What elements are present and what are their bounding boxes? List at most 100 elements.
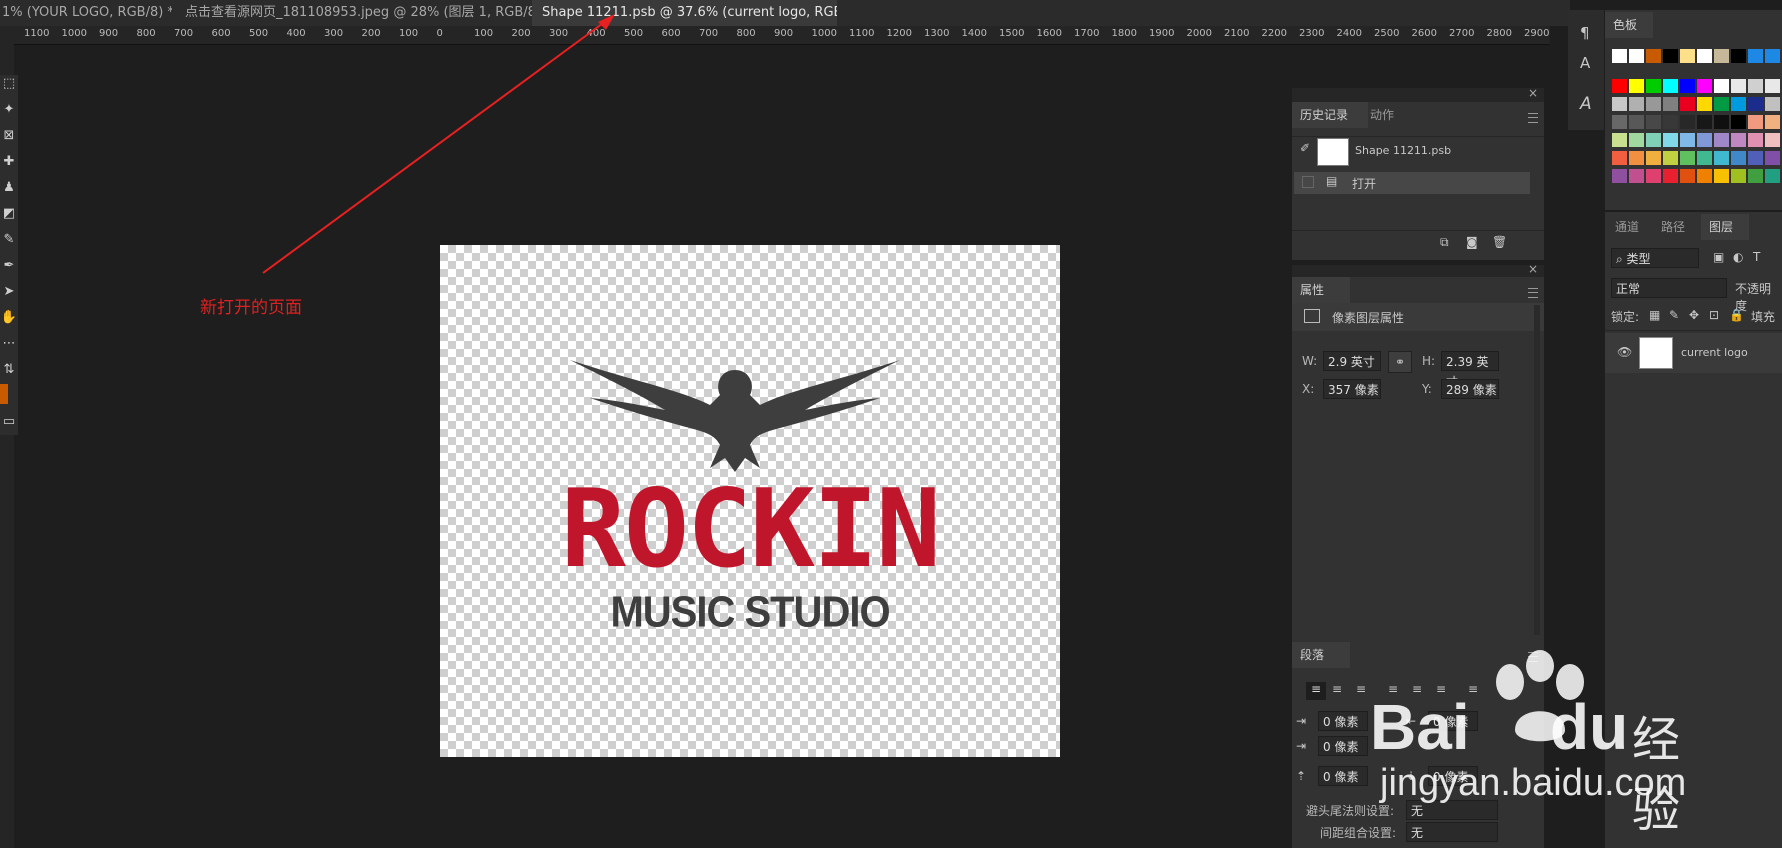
link-icon[interactable]: ⚭ bbox=[1388, 351, 1412, 373]
color-swatch[interactable] bbox=[1629, 115, 1644, 129]
color-swatch[interactable] bbox=[1612, 133, 1627, 147]
color-swatch[interactable] bbox=[1629, 169, 1644, 183]
character-style-icon[interactable]: A bbox=[1580, 54, 1590, 72]
color-swatch[interactable] bbox=[1612, 115, 1627, 129]
tab-actions[interactable]: 动作 bbox=[1370, 102, 1394, 128]
color-swatch[interactable] bbox=[1731, 115, 1746, 129]
indent-first-line-field[interactable]: 0 像素 bbox=[1318, 736, 1368, 756]
color-swatch[interactable] bbox=[1765, 79, 1780, 93]
spacing-select[interactable]: 无 bbox=[1406, 822, 1498, 842]
close-icon[interactable]: × bbox=[1528, 262, 1538, 276]
close-icon[interactable]: × bbox=[1528, 86, 1538, 100]
tab-history[interactable]: 历史记录 bbox=[1292, 102, 1368, 128]
color-swatch[interactable] bbox=[1714, 49, 1729, 63]
color-swatch[interactable] bbox=[1629, 97, 1644, 111]
color-swatch[interactable] bbox=[1663, 49, 1678, 63]
layer-row[interactable]: 👁 current logo bbox=[1605, 333, 1782, 373]
paragraph-style-icon[interactable]: ¶ bbox=[1580, 24, 1590, 42]
color-swatch[interactable] bbox=[1765, 169, 1780, 183]
height-field[interactable]: 2.39 英寸 bbox=[1441, 351, 1499, 389]
color-swatch[interactable] bbox=[1612, 151, 1627, 165]
history-checkbox[interactable] bbox=[1302, 176, 1314, 188]
color-swatch[interactable] bbox=[1646, 115, 1661, 129]
color-swatch[interactable] bbox=[1731, 79, 1746, 93]
layer-thumbnail[interactable] bbox=[1639, 337, 1673, 369]
color-swatch[interactable] bbox=[1731, 151, 1746, 165]
color-swatch[interactable] bbox=[1697, 115, 1712, 129]
color-swatch[interactable] bbox=[1765, 133, 1780, 147]
camera-icon[interactable]: ◙ bbox=[1466, 235, 1478, 249]
tab-paths[interactable]: 路径 bbox=[1661, 214, 1685, 240]
trash-icon[interactable]: 🗑 bbox=[1492, 235, 1507, 249]
color-swatch[interactable] bbox=[1765, 49, 1780, 63]
color-swatch[interactable] bbox=[1680, 49, 1695, 63]
color-swatch[interactable] bbox=[1680, 97, 1695, 111]
color-swatch[interactable] bbox=[1629, 49, 1644, 63]
color-swatch[interactable] bbox=[1646, 97, 1661, 111]
color-swatch[interactable] bbox=[1731, 49, 1746, 63]
color-swatch[interactable] bbox=[1612, 169, 1627, 183]
color-swatch[interactable] bbox=[1646, 151, 1661, 165]
width-field[interactable]: 2.9 英寸 bbox=[1323, 351, 1381, 371]
color-swatch[interactable] bbox=[1748, 97, 1763, 111]
color-swatch[interactable] bbox=[1646, 169, 1661, 183]
color-swatch[interactable] bbox=[1748, 49, 1763, 63]
color-swatch[interactable] bbox=[1680, 169, 1695, 183]
color-swatch[interactable] bbox=[1714, 169, 1729, 183]
color-swatch[interactable] bbox=[1697, 49, 1712, 63]
history-brush-icon[interactable]: ✐ bbox=[1300, 141, 1310, 155]
color-swatch[interactable] bbox=[1731, 133, 1746, 147]
color-swatch[interactable] bbox=[1765, 115, 1780, 129]
layer-filter-select[interactable]: ⌕ 类型 bbox=[1611, 248, 1699, 268]
color-swatch[interactable] bbox=[1731, 169, 1746, 183]
color-swatch[interactable] bbox=[1646, 79, 1661, 93]
color-swatch[interactable] bbox=[1748, 115, 1763, 129]
color-swatch[interactable] bbox=[1714, 115, 1729, 129]
color-swatch[interactable] bbox=[1680, 79, 1695, 93]
color-swatch[interactable] bbox=[1646, 49, 1661, 63]
text-filter-icon[interactable]: T bbox=[1753, 250, 1760, 264]
color-swatch[interactable] bbox=[1612, 97, 1627, 111]
blend-mode-select[interactable]: 正常 bbox=[1611, 278, 1727, 298]
lock-paint-icon[interactable]: ✎ bbox=[1669, 308, 1679, 322]
color-swatch[interactable] bbox=[1697, 169, 1712, 183]
color-swatch[interactable] bbox=[1731, 97, 1746, 111]
glyph-icon[interactable]: A bbox=[1580, 94, 1592, 114]
color-swatch[interactable] bbox=[1663, 115, 1678, 129]
snapshot-name[interactable]: Shape 11211.psb bbox=[1355, 144, 1451, 157]
image-filter-icon[interactable]: ▣ bbox=[1713, 250, 1724, 264]
panel-menu-icon[interactable] bbox=[1528, 113, 1538, 123]
color-swatch[interactable] bbox=[1748, 169, 1763, 183]
y-position-field[interactable]: 289 像素 bbox=[1441, 379, 1499, 399]
color-swatch[interactable] bbox=[1697, 151, 1712, 165]
color-swatch[interactable] bbox=[1714, 79, 1729, 93]
color-swatch[interactable] bbox=[1663, 133, 1678, 147]
color-swatch[interactable] bbox=[1663, 169, 1678, 183]
color-swatch[interactable] bbox=[1612, 79, 1627, 93]
color-swatch[interactable] bbox=[1714, 133, 1729, 147]
color-swatch[interactable] bbox=[1629, 79, 1644, 93]
color-swatch[interactable] bbox=[1697, 79, 1712, 93]
align-center-icon[interactable]: ≡ bbox=[1332, 682, 1342, 696]
color-swatch[interactable] bbox=[1714, 151, 1729, 165]
color-swatch[interactable] bbox=[1629, 133, 1644, 147]
lock-artboard-icon[interactable]: ⊡ bbox=[1709, 308, 1719, 322]
eye-icon[interactable]: 👁 bbox=[1617, 345, 1632, 359]
color-swatch[interactable] bbox=[1697, 97, 1712, 111]
color-swatch[interactable] bbox=[1697, 133, 1712, 147]
color-swatch[interactable] bbox=[1714, 97, 1729, 111]
color-swatch[interactable] bbox=[1663, 79, 1678, 93]
align-left-icon[interactable]: ≡ bbox=[1306, 682, 1326, 700]
color-swatch[interactable] bbox=[1765, 97, 1780, 111]
color-swatch[interactable] bbox=[1680, 151, 1695, 165]
color-swatch[interactable] bbox=[1629, 151, 1644, 165]
color-swatch[interactable] bbox=[1748, 133, 1763, 147]
tab-channels[interactable]: 通道 bbox=[1615, 214, 1639, 240]
snapshot-thumbnail[interactable] bbox=[1317, 138, 1349, 166]
color-swatch[interactable] bbox=[1646, 133, 1661, 147]
color-swatch[interactable] bbox=[1765, 151, 1780, 165]
color-swatch[interactable] bbox=[1680, 133, 1695, 147]
color-swatch[interactable] bbox=[1680, 115, 1695, 129]
space-before-field[interactable]: 0 像素 bbox=[1318, 766, 1368, 786]
scrollbar[interactable] bbox=[1534, 305, 1540, 635]
